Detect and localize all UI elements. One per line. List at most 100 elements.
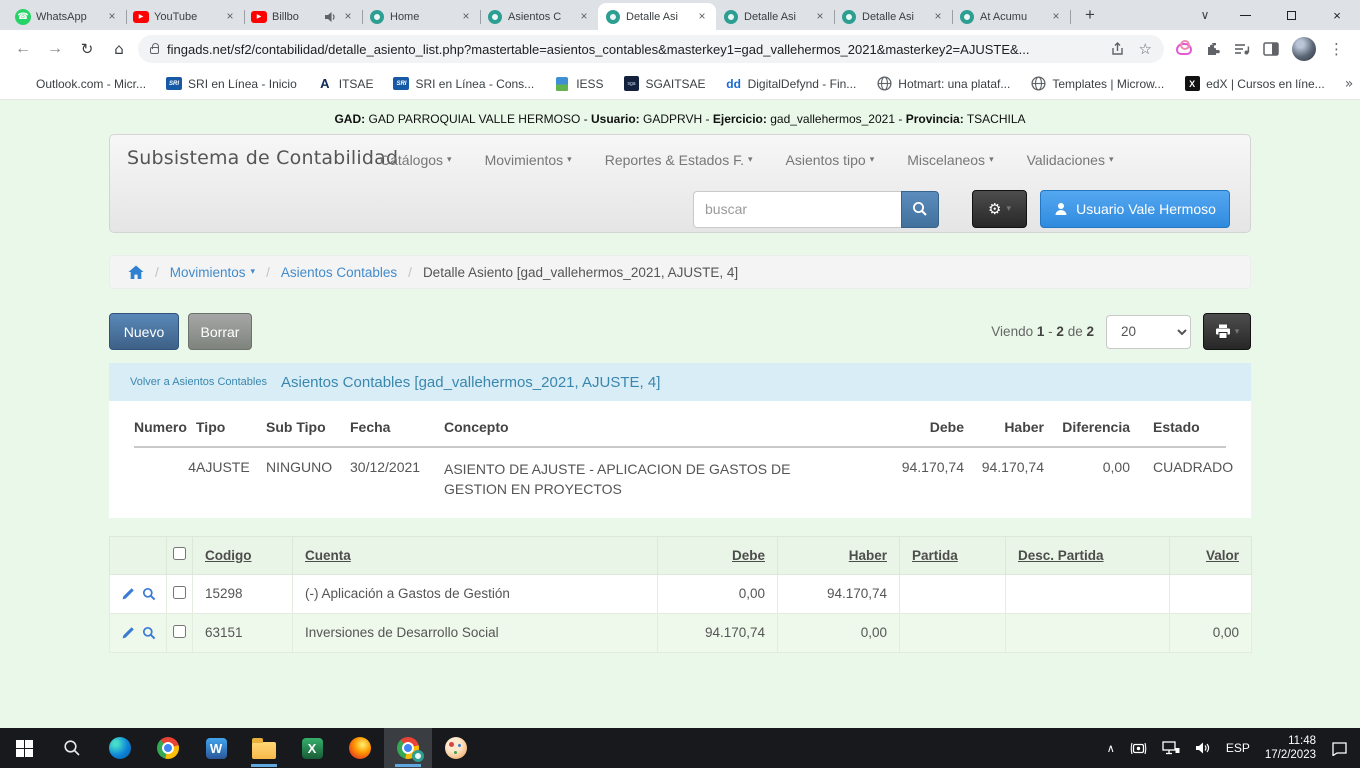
menu-reportes[interactable]: Reportes & Estados F.▾: [605, 152, 753, 168]
share-icon[interactable]: [1110, 42, 1125, 56]
tab-billboard[interactable]: ▶ Billbo ×: [244, 3, 362, 30]
tab-close-icon[interactable]: ×: [577, 10, 591, 24]
menu-asientos-tipo[interactable]: Asientos tipo▾: [786, 152, 875, 168]
bookmark-templates[interactable]: Templates | Microw...: [1030, 76, 1164, 92]
address-bar[interactable]: fingads.net/sf2/contabilidad/detalle_asi…: [138, 35, 1164, 63]
window-minimize-button[interactable]: [1222, 0, 1268, 30]
col-desc-partida-sort[interactable]: Desc. Partida: [1006, 536, 1170, 574]
taskbar-word[interactable]: W: [192, 728, 240, 768]
menu-catalogos[interactable]: Catálogos▾: [380, 152, 452, 168]
tab-detalle-asiento-active[interactable]: Detalle Asi ×: [598, 3, 716, 30]
extensions-puzzle-icon[interactable]: [1205, 41, 1221, 57]
taskbar-edge[interactable]: [96, 728, 144, 768]
bookmark-digitaldefynd[interactable]: dd DigitalDefynd - Fin...: [726, 76, 857, 92]
tab-close-icon[interactable]: ×: [1049, 10, 1063, 24]
tab-close-icon[interactable]: ×: [813, 10, 827, 24]
lock-icon[interactable]: [150, 47, 159, 54]
settings-button[interactable]: ⚙▾: [972, 190, 1027, 228]
bookmark-sri-consultas[interactable]: SRI SRI en Línea - Cons...: [393, 76, 534, 92]
tab-detalle-asiento-2[interactable]: Detalle Asi ×: [716, 3, 834, 30]
view-icon[interactable]: [142, 626, 156, 640]
row-checkbox[interactable]: [173, 586, 186, 599]
tab-whatsapp[interactable]: ☎ WhatsApp ×: [8, 3, 126, 30]
nuevo-button[interactable]: Nuevo: [109, 313, 179, 350]
bookmark-hotmart[interactable]: Hotmart: una plataf...: [876, 76, 1010, 92]
search-button[interactable]: [901, 191, 939, 228]
col-valor-sort[interactable]: Valor: [1170, 536, 1252, 574]
tray-expand-icon[interactable]: ∧: [1107, 742, 1115, 755]
menu-movimientos[interactable]: Movimientos▾: [485, 152, 572, 168]
network-icon[interactable]: [1162, 741, 1180, 755]
menu-miscelaneos[interactable]: Miscelaneos▾: [907, 152, 993, 168]
weather-extension-icon[interactable]: [1176, 43, 1192, 55]
volver-link[interactable]: Volver a Asientos Contables: [130, 376, 267, 388]
edit-icon[interactable]: [121, 587, 135, 601]
taskbar-excel[interactable]: X: [288, 728, 336, 768]
language-indicator[interactable]: ESP: [1226, 741, 1250, 755]
user-button[interactable]: Usuario Vale Hermoso: [1040, 190, 1230, 228]
col-cuenta-sort[interactable]: Cuenta: [293, 536, 658, 574]
borrar-button[interactable]: Borrar: [188, 313, 252, 350]
tab-asientos-contables[interactable]: Asientos C ×: [480, 3, 598, 30]
tab-close-icon[interactable]: ×: [341, 10, 355, 24]
edit-icon[interactable]: [121, 626, 135, 640]
tab-close-icon[interactable]: ×: [105, 10, 119, 24]
tab-home[interactable]: Home ×: [362, 3, 480, 30]
col-codigo-sort[interactable]: Codigo: [193, 536, 293, 574]
taskbar-paint[interactable]: [432, 728, 480, 768]
bookmark-sgaitsae[interactable]: sga SGAITSAE: [624, 76, 706, 92]
select-all-checkbox[interactable]: [173, 547, 186, 560]
taskbar-firefox[interactable]: [336, 728, 384, 768]
view-icon[interactable]: [142, 587, 156, 601]
new-tab-button[interactable]: +: [1076, 1, 1104, 29]
back-button[interactable]: ←: [10, 36, 36, 62]
taskbar-search-button[interactable]: [48, 728, 96, 768]
reload-button[interactable]: ↻: [74, 36, 100, 62]
taskbar-chrome[interactable]: [144, 728, 192, 768]
bookmark-iess[interactable]: IESS: [554, 76, 603, 92]
forward-button[interactable]: →: [42, 36, 68, 62]
menu-validaciones[interactable]: Validaciones▾: [1027, 152, 1114, 168]
browser-home-button[interactable]: ⌂: [106, 36, 132, 62]
taskbar-file-explorer[interactable]: [240, 728, 288, 768]
tab-youtube[interactable]: ▶ YouTube ×: [126, 3, 244, 30]
bookmark-outlook[interactable]: Outlook.com - Micr...: [14, 76, 146, 92]
bookmark-itsae[interactable]: A ITSAE: [317, 76, 374, 92]
fingads-icon: [370, 10, 384, 24]
row-checkbox[interactable]: [173, 625, 186, 638]
col-haber-sort[interactable]: Haber: [778, 536, 900, 574]
search-input[interactable]: [693, 191, 901, 228]
window-close-button[interactable]: ×: [1314, 0, 1360, 30]
tab-close-icon[interactable]: ×: [459, 10, 473, 24]
col-debe-sort[interactable]: Debe: [658, 536, 778, 574]
breadcrumb-asientos-contables[interactable]: Asientos Contables: [281, 265, 397, 280]
tab-detalle-asiento-3[interactable]: Detalle Asi ×: [834, 3, 952, 30]
window-restore-button[interactable]: [1268, 0, 1314, 30]
bookmark-sri-inicio[interactable]: SRI SRI en Línea - Inicio: [166, 76, 297, 92]
bookmark-edx[interactable]: X edX | Cursos en líne...: [1184, 76, 1325, 92]
tab-audio-icon[interactable]: [324, 11, 336, 23]
side-panel-icon[interactable]: [1263, 42, 1279, 56]
tab-at-acumulados[interactable]: At Acumu ×: [952, 3, 1070, 30]
reading-list-icon[interactable]: [1234, 42, 1250, 56]
taskbar-chrome-active[interactable]: [384, 728, 432, 768]
tab-close-icon[interactable]: ×: [931, 10, 945, 24]
print-button[interactable]: ▾: [1203, 313, 1251, 350]
profile-avatar[interactable]: [1292, 37, 1316, 61]
tab-search-chevron-icon[interactable]: ∨: [1188, 8, 1222, 22]
bookmark-star-icon[interactable]: ☆: [1139, 40, 1152, 58]
tab-close-icon[interactable]: ×: [223, 10, 237, 24]
bookmarks-overflow-icon[interactable]: »: [1345, 76, 1354, 92]
clock[interactable]: 11:48 17/2/2023: [1265, 734, 1316, 763]
page-size-select[interactable]: 20: [1106, 315, 1191, 349]
screen-cast-icon[interactable]: [1130, 741, 1147, 756]
breadcrumb-movimientos[interactable]: Movimientos▾: [170, 265, 255, 280]
volume-icon[interactable]: [1195, 741, 1211, 755]
browser-menu-icon[interactable]: ⋮: [1329, 40, 1344, 58]
tab-close-icon[interactable]: ×: [695, 10, 709, 24]
url-text[interactable]: fingads.net/sf2/contabilidad/detalle_asi…: [167, 42, 1102, 57]
col-partida-sort[interactable]: Partida: [900, 536, 1006, 574]
notification-center-icon[interactable]: [1331, 741, 1348, 756]
start-button[interactable]: [0, 728, 48, 768]
home-icon[interactable]: [128, 265, 144, 280]
